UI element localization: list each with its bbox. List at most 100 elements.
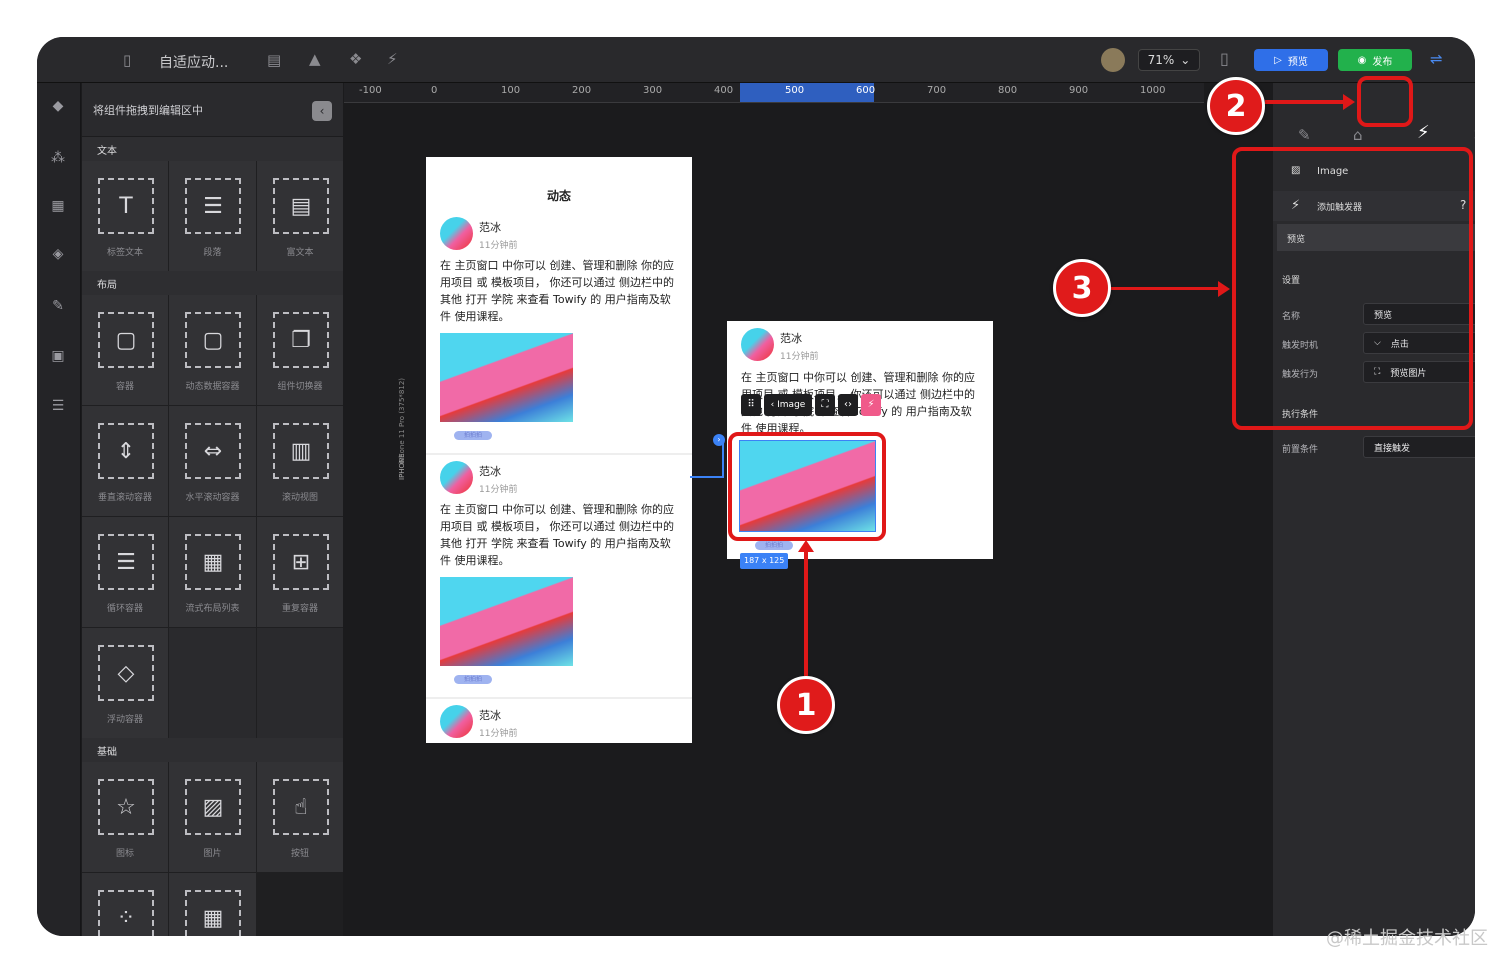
post-image[interactable] [440,577,573,666]
component-image[interactable]: ▨ 图片 [169,762,256,872]
component-button[interactable]: ☝ 按钮 [257,762,343,872]
brush-icon[interactable]: ✎ [1298,127,1311,143]
step-badge-1: 1 [777,676,835,734]
component-vertical-scroll[interactable]: ⇕ 垂直滚动容器 [82,406,168,516]
component-qrcode[interactable]: ▦ [169,873,256,936]
publish-button-label: 发布 [1372,56,1393,68]
post-text: 在 主页窗口 中你可以 创建、管理和删除 你的应用项目 或 模板项目， 你还可以… [440,503,674,567]
zoom-value: 71% [1147,53,1175,67]
avatar [440,461,473,494]
paragraph-icon: ☰ [185,178,241,234]
project-title[interactable]: 自适应动... [159,52,228,72]
divider [426,697,692,699]
zoom-select[interactable]: 71% ⌄ [1138,49,1200,71]
component-scroll-view[interactable]: ▥ 滚动视图 [257,406,343,516]
chevron-right-icon[interactable]: › [713,434,725,446]
empty-cell [169,628,256,738]
annotation-arrow [1265,100,1345,104]
cube-icon[interactable]: ◆ [47,95,69,117]
fullscreen-icon[interactable]: ⛶ [815,394,835,416]
component-label: 流式布局列表 [185,604,240,614]
component-label: 垂直滚动容器 [97,493,152,503]
image-icon: ▨ [185,779,241,835]
component-paragraph[interactable]: ☰ 段落 [169,161,256,271]
publish-button[interactable]: ◉ 发布 [1338,49,1412,71]
page-icon[interactable]: ▤ [267,52,281,68]
preview-button-label: 预览 [1287,56,1308,68]
package-icon[interactable]: ⌘ [1473,127,1475,143]
component-loop[interactable]: ☰ 循环容器 [82,517,168,627]
component-horizontal-scroll[interactable]: ⇔ 水平滚动容器 [169,406,256,516]
post-image[interactable] [440,333,573,422]
collapse-icon[interactable]: ‹ [312,101,332,121]
component-switcher[interactable]: ❐ 组件切换器 [257,295,343,405]
arrow-head [1218,281,1230,297]
annotation-box-trigger-tab [1357,76,1413,127]
feed-post[interactable]: 范冰 11分钟前 [426,703,692,743]
pin-icon[interactable]: ✎ [47,295,69,317]
component-label: 组件切换器 [277,382,323,392]
feed-post[interactable]: 范冰 11分钟前 在 主页窗口 中你可以 创建、管理和删除 你的应用项目 或 模… [426,215,692,453]
code-icon[interactable]: ‹› [838,394,858,416]
sidebar-toggle-icon[interactable]: ▯ [123,52,131,68]
text-components: T 标签文本 ☰ 段落 ▤ 富文本 [82,161,343,271]
database-icon: ▢ [185,312,241,368]
preview-button[interactable]: ▷ 预览 [1254,49,1328,71]
precondition-select[interactable]: 直接触发⌄ [1363,436,1475,458]
watermark: @稀土掘金技术社区 [1326,928,1488,949]
settings-sliders-icon[interactable]: ⇌ [1430,51,1443,67]
step-badge-3: 3 [1053,259,1111,317]
play-icon: ▷ [1274,54,1282,66]
component-flow-list[interactable]: ▦ 流式布局列表 [169,517,256,627]
arrow-head [798,540,814,552]
panel-hint: 将组件拖拽到编辑区中 [93,103,203,117]
component-loading[interactable]: ⁘ [82,873,168,936]
component-label: 图标 [115,849,134,859]
lightning-icon[interactable]: ⚡ [387,51,398,67]
component-label: 富文本 [286,248,314,258]
trigger-lightning-icon[interactable]: ⚡ [1417,124,1430,142]
lightning-icon[interactable]: ⚡ [861,394,881,416]
post-text: 在 主页窗口 中你可以 创建、管理和删除 你的应用项目 或 模板项目， 你还可以… [440,259,674,323]
ruler-label: 600 [856,85,876,96]
component-icon[interactable]: ☆ 图标 [82,762,168,872]
parent-select-button[interactable]: ‹ Image [764,394,812,416]
component-icon[interactable]: ❖ [349,51,362,67]
section-title: 布局 [97,279,117,291]
component-repeat[interactable]: ⊞ 重复容器 [257,517,343,627]
device-size-label: iPhone 11 Pro (375*812) [398,378,406,464]
ruler-label: 500 [785,85,805,96]
post-time: 11分钟前 [479,485,518,495]
button-tap-icon: ☝ [273,779,329,835]
arrow-head [1343,94,1355,110]
components-icon[interactable]: ⁂ [47,147,69,169]
post-username: 范冰 [479,709,501,722]
phone-canvas[interactable]: 动态 范冰 11分钟前 在 主页窗口 中你可以 创建、管理和删除 你的应用项目 … [426,157,692,743]
list-icon[interactable]: ☰ [47,395,69,417]
annotation-arrow [1110,287,1220,290]
component-rich-text[interactable]: ▤ 富文本 [257,161,343,271]
horizontal-scroll-icon: ⇔ [185,423,241,479]
component-label: 循环容器 [106,604,143,614]
avatar [741,328,774,361]
component-container[interactable]: ▢ 容器 [82,295,168,405]
layers-icon[interactable]: ◈ [47,243,69,265]
component-dynamic-container[interactable]: ▢ 动态数据容器 [169,295,256,405]
annotation-arrow [804,550,808,676]
avatar[interactable] [1101,48,1125,72]
component-float[interactable]: ◇ 浮动容器 [82,628,168,738]
section-basic: 基础 [82,738,343,762]
shape-icon[interactable]: ▲ [309,51,321,67]
assets-icon[interactable]: ▣ [47,345,69,367]
style-icon[interactable]: ⌂ [1353,127,1363,143]
connector-line [722,440,724,478]
drag-handle-icon[interactable]: ⠿ [741,394,761,416]
ruler-label: 100 [501,85,521,96]
feed-post[interactable]: 范冰 11分钟前 在 主页窗口 中你可以 创建、管理和删除 你的应用项目 或 模… [426,459,692,697]
panel-header: 将组件拖拽到编辑区中 ‹ [82,83,343,137]
post-username: 范冰 [479,465,501,478]
grid-icon[interactable]: ▦ [47,195,69,217]
component-label-text[interactable]: T 标签文本 [82,161,168,271]
device-icon[interactable]: ▯ [1220,51,1229,67]
horizontal-ruler: -100 0 100 200 300 400 500 600 700 800 9… [344,83,1204,103]
